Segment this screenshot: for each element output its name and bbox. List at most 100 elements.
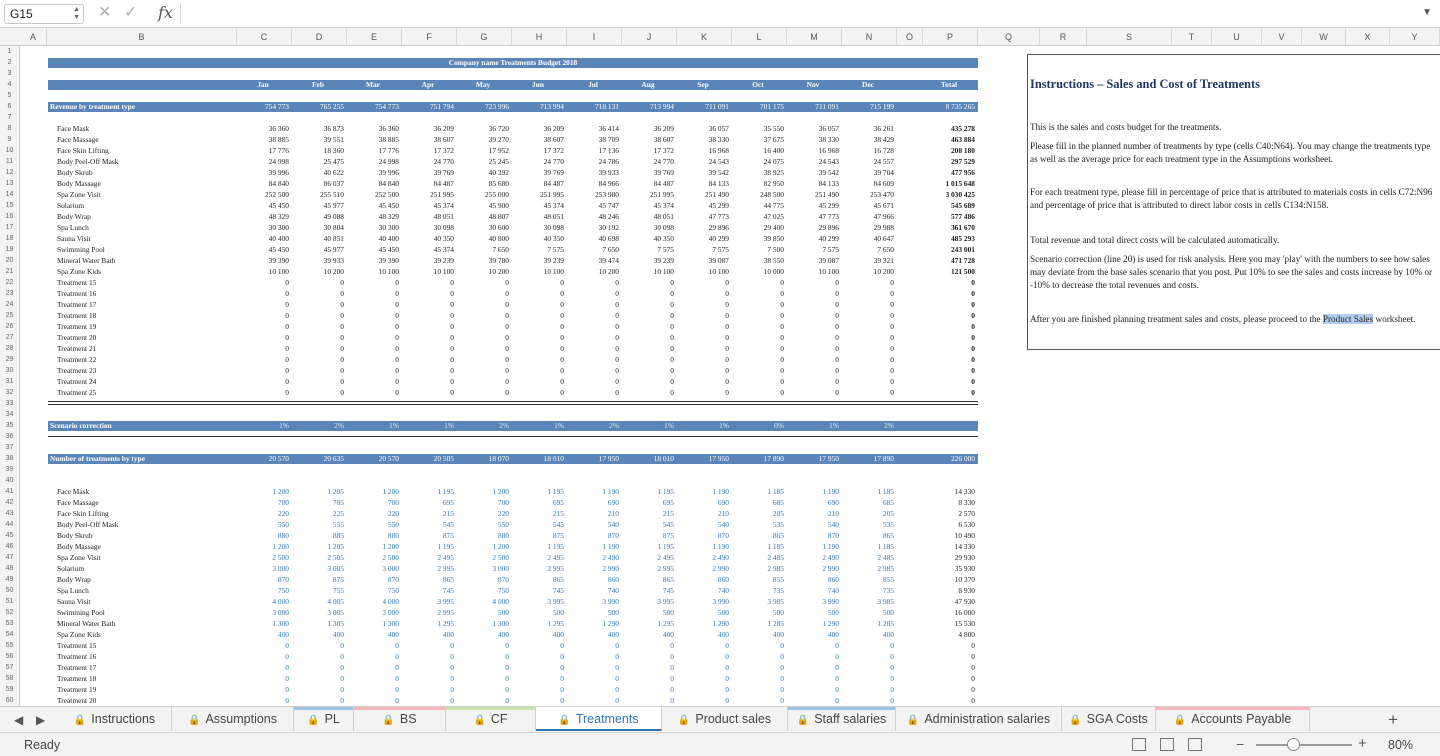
revenue-cell[interactable]: 24 543 (677, 156, 729, 167)
treatment-count-cell[interactable]: 0 (923, 640, 975, 651)
row-header[interactable]: 47 (0, 552, 19, 563)
treatment-name[interactable]: Body Skrub (57, 167, 244, 178)
revenue-cell[interactable]: 0 (842, 332, 894, 343)
revenue-cell[interactable]: 0 (457, 310, 509, 321)
treatment-count-cell[interactable]: 1 300 (237, 618, 289, 629)
revenue-cell[interactable]: 17 776 (237, 145, 289, 156)
revenue-cell[interactable]: 253 470 (842, 189, 894, 200)
revenue-cell[interactable]: 0 (347, 354, 399, 365)
treatment-count-cell[interactable]: 1 305 (292, 618, 344, 629)
revenue-cell[interactable]: 0 (292, 387, 344, 398)
column-header-l[interactable]: L (732, 28, 787, 46)
treatment-count-cell[interactable]: 1 190 (787, 541, 839, 552)
revenue-cell[interactable]: 7 575 (787, 244, 839, 255)
revenue-cell[interactable]: 38 550 (732, 255, 784, 266)
treatment-count-cell[interactable]: 0 (732, 662, 784, 673)
revenue-cell[interactable]: 0 (787, 321, 839, 332)
revenue-cell[interactable]: 0 (732, 365, 784, 376)
revenue-cell[interactable]: 0 (292, 299, 344, 310)
revenue-cell[interactable]: 0 (347, 365, 399, 376)
row-header[interactable]: 9 (0, 134, 19, 145)
revenue-cell[interactable]: 0 (787, 277, 839, 288)
revenue-cell[interactable]: 24 786 (567, 156, 619, 167)
revenue-cell[interactable]: 297 529 (923, 156, 975, 167)
treatment-count-cell[interactable]: 750 (237, 585, 289, 596)
treatment-count-cell[interactable]: 855 (842, 574, 894, 585)
column-header-e[interactable]: E (347, 28, 402, 46)
revenue-cell[interactable]: 0 (732, 354, 784, 365)
treatment-name[interactable]: Treatment 16 (57, 651, 244, 662)
treatment-count-cell[interactable]: 0 (457, 684, 509, 695)
treatment-count-cell[interactable]: 1 300 (347, 618, 399, 629)
revenue-cell[interactable]: 40 622 (292, 167, 344, 178)
treatment-name[interactable]: Face Massage (57, 134, 244, 145)
row-header[interactable]: 49 (0, 574, 19, 585)
treatment-count-cell[interactable]: 2 990 (677, 563, 729, 574)
revenue-cell[interactable]: 0 (292, 288, 344, 299)
revenue-cell[interactable]: 0 (457, 376, 509, 387)
revenue-cell[interactable]: 7 575 (512, 244, 564, 255)
row-header[interactable]: 7 (0, 112, 19, 123)
revenue-cell[interactable]: 35 550 (732, 123, 784, 134)
revenue-cell[interactable]: 0 (512, 299, 564, 310)
revenue-cell[interactable]: 0 (347, 310, 399, 321)
treatment-count-cell[interactable]: 3 985 (842, 596, 894, 607)
row-header[interactable]: 19 (0, 244, 19, 255)
revenue-cell[interactable]: 0 (402, 288, 454, 299)
revenue-cell[interactable]: 0 (512, 343, 564, 354)
row-header[interactable]: 21 (0, 266, 19, 277)
revenue-cell[interactable]: 0 (923, 343, 975, 354)
revenue-cell[interactable]: 0 (402, 365, 454, 376)
revenue-cell[interactable]: 30 098 (512, 222, 564, 233)
treatment-count-cell[interactable]: 225 (292, 508, 344, 519)
row-header[interactable]: 33 (0, 398, 19, 409)
treatment-count-cell[interactable]: 500 (622, 607, 674, 618)
revenue-cell[interactable]: 0 (237, 354, 289, 365)
revenue-cell[interactable]: 0 (842, 277, 894, 288)
treatment-name[interactable]: Spa Lunch (57, 222, 244, 233)
revenue-cell[interactable]: 0 (923, 387, 975, 398)
revenue-cell[interactable]: 0 (292, 321, 344, 332)
revenue-cell[interactable]: 0 (512, 365, 564, 376)
treatment-name[interactable]: Face Mask (57, 123, 244, 134)
revenue-cell[interactable]: 30 804 (292, 222, 344, 233)
column-header-t[interactable]: T (1172, 28, 1212, 46)
treatment-count-cell[interactable]: 2 490 (567, 552, 619, 563)
revenue-cell[interactable]: 10 100 (237, 266, 289, 277)
revenue-cell[interactable]: 16 968 (677, 145, 729, 156)
revenue-cell[interactable]: 45 671 (842, 200, 894, 211)
revenue-cell[interactable]: 0 (512, 288, 564, 299)
revenue-cell[interactable]: 39 769 (622, 167, 674, 178)
revenue-cell[interactable]: 0 (512, 277, 564, 288)
treatment-count-cell[interactable]: 1 295 (512, 618, 564, 629)
revenue-cell[interactable]: 30 600 (457, 222, 509, 233)
revenue-cell[interactable]: 0 (237, 332, 289, 343)
treatment-name[interactable]: Swimming Pool (57, 244, 244, 255)
row-header[interactable]: 56 (0, 651, 19, 662)
revenue-cell[interactable]: 7 575 (622, 244, 674, 255)
revenue-cell[interactable]: 40 851 (292, 233, 344, 244)
revenue-cell[interactable]: 25 475 (292, 156, 344, 167)
revenue-cell[interactable]: 18 360 (292, 145, 344, 156)
revenue-cell[interactable]: 30 300 (237, 222, 289, 233)
revenue-cell[interactable]: 10 200 (292, 266, 344, 277)
treatment-count-cell[interactable]: 1 185 (732, 486, 784, 497)
treatment-count-cell[interactable]: 210 (567, 508, 619, 519)
revenue-cell[interactable]: 39 390 (347, 255, 399, 266)
revenue-cell[interactable]: 48 329 (237, 211, 289, 222)
treatment-count-cell[interactable]: 3 990 (567, 596, 619, 607)
treatment-count-cell[interactable]: 870 (567, 530, 619, 541)
treatment-count-cell[interactable]: 400 (567, 629, 619, 640)
treatment-name[interactable]: Treatment 23 (57, 365, 244, 376)
next-sheet-icon[interactable]: ▶ (36, 713, 45, 727)
revenue-cell[interactable]: 10 200 (567, 266, 619, 277)
treatment-count-cell[interactable]: 0 (402, 684, 454, 695)
revenue-cell[interactable]: 39 542 (677, 167, 729, 178)
row-header[interactable]: 36 (0, 431, 19, 442)
row-header[interactable]: 20 (0, 255, 19, 266)
revenue-cell[interactable]: 0 (677, 376, 729, 387)
treatment-count-cell[interactable]: 4 000 (237, 596, 289, 607)
treatment-name[interactable]: Treatment 17 (57, 299, 244, 310)
name-box[interactable]: G15 ▲ ▼ (4, 4, 84, 24)
treatment-count-cell[interactable]: 880 (347, 530, 399, 541)
